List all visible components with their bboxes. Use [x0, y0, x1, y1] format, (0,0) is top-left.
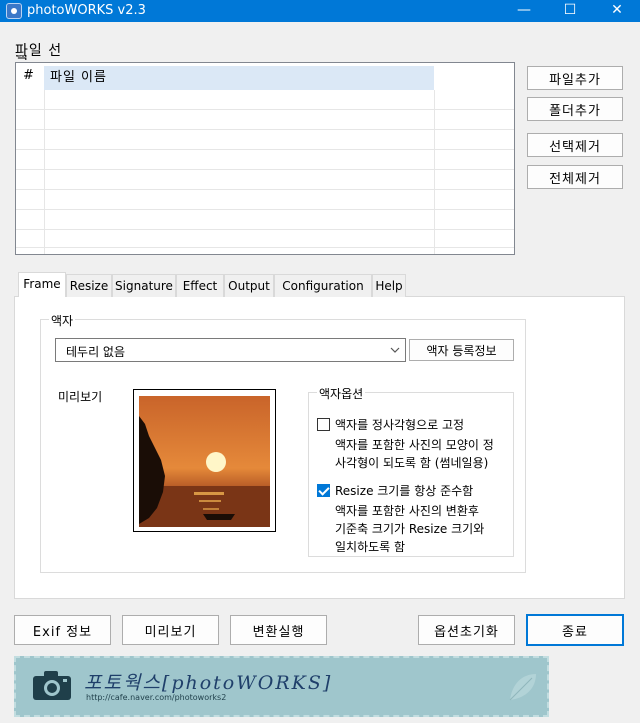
tab-output[interactable]: Output [224, 274, 274, 297]
remove-selected-button[interactable]: 선택제거 [527, 133, 623, 157]
close-button[interactable]: ✕ [594, 0, 640, 22]
tab-frame[interactable]: Frame [18, 272, 66, 297]
frame-select[interactable]: 테두리 없음 [55, 338, 406, 362]
title-bar: photoWORKS v2.3 — ☐ ✕ [0, 0, 640, 22]
maximize-button[interactable]: ☐ [547, 0, 593, 22]
tab-signature[interactable]: Signature [112, 274, 176, 297]
column-header-filename[interactable]: 파일 이름 [44, 66, 434, 90]
grid-line [16, 149, 514, 150]
desc-line: 기준축 크기가 Resize 크기와 [335, 522, 485, 536]
grid-line [16, 129, 514, 130]
frame-register-button[interactable]: 액자 등록정보 [409, 339, 514, 361]
exit-button[interactable]: 종료 [526, 614, 624, 646]
frame-group-label: 액자 [49, 312, 76, 329]
desc-line: 액자를 포함한 사진의 모양이 정 [335, 438, 494, 452]
tab-effect[interactable]: Effect [176, 274, 224, 297]
minimize-button[interactable]: — [501, 0, 547, 22]
file-list[interactable]: # 파일 이름 [15, 62, 515, 255]
square-frame-label[interactable]: 액자를 정사각형으로 고정 [335, 416, 464, 433]
add-folder-button[interactable]: 폴더추가 [527, 97, 623, 121]
app-icon [6, 3, 22, 19]
photoworks-banner[interactable]: 포토웍스[photoWORKS] http://cafe.naver.com/p… [14, 656, 549, 717]
square-frame-checkbox[interactable] [317, 418, 330, 431]
grid-line [16, 109, 514, 110]
grid-line [16, 247, 514, 248]
banner-url[interactable]: http://cafe.naver.com/photoworks2 [86, 693, 226, 702]
sunset-thumbnail [139, 396, 270, 527]
resize-keep-label[interactable]: Resize 크기를 항상 준수함 [335, 482, 473, 499]
resize-keep-desc: 액자를 포함한 사진의 변환후 기준축 크기가 Resize 크기와 일치하도록… [335, 502, 484, 556]
exif-info-button[interactable]: Exif 정보 [14, 615, 111, 645]
banner-title: 포토웍스[photoWORKS] [84, 672, 333, 694]
leaf-icon [509, 674, 536, 701]
convert-button[interactable]: 변환실행 [230, 615, 327, 645]
preview-image [133, 389, 276, 532]
reset-options-button[interactable]: 옵션초기화 [418, 615, 515, 645]
frame-select-value: 테두리 없음 [66, 345, 126, 359]
desc-line: 일치하도록 함 [335, 540, 406, 554]
desc-line: 액자를 포함한 사진의 변환후 [335, 504, 479, 518]
grid-line [16, 189, 514, 190]
frame-options-group-label: 액자옵션 [317, 385, 366, 402]
square-frame-desc: 액자를 포함한 사진의 모양이 정 사각형이 되도록 함 (썸네일용) [335, 436, 494, 472]
grid-line [16, 209, 514, 210]
tab-help[interactable]: Help [372, 274, 406, 297]
window-title: photoWORKS v2.3 [27, 3, 146, 18]
resize-keep-checkbox[interactable] [317, 484, 330, 497]
tab-configuration[interactable]: Configuration [274, 274, 372, 297]
camera-icon [33, 671, 71, 700]
grid-line [16, 229, 514, 230]
preview-label: 미리보기 [58, 390, 103, 404]
file-select-label-tail: 택 [15, 55, 28, 60]
remove-all-button[interactable]: 전체제거 [527, 165, 623, 189]
chevron-down-icon [389, 341, 401, 362]
desc-line: 사각형이 되도록 함 (썸네일용) [335, 456, 489, 470]
preview-button[interactable]: 미리보기 [122, 615, 219, 645]
column-header-number[interactable]: # [16, 63, 44, 89]
tab-resize[interactable]: Resize [66, 274, 112, 297]
add-file-button[interactable]: 파일추가 [527, 66, 623, 90]
grid-line [16, 169, 514, 170]
